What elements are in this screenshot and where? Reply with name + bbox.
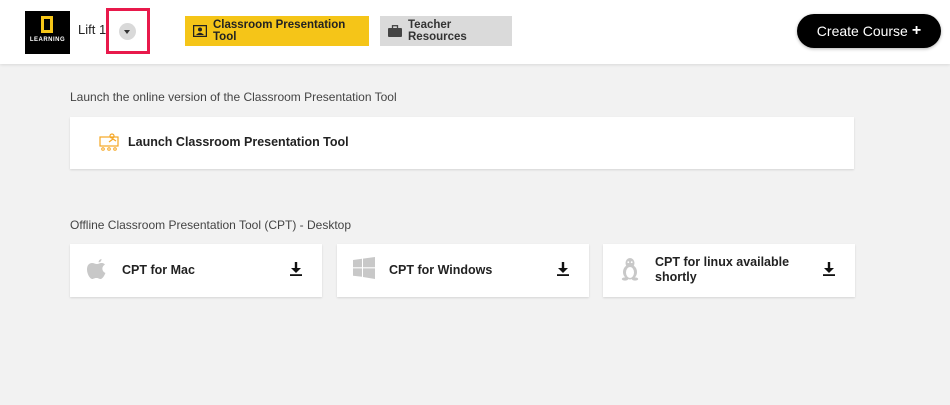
download-mac-label: CPT for Mac bbox=[122, 263, 195, 277]
download-linux-label-line1: CPT for linux available bbox=[655, 255, 790, 269]
launch-cpt-card[interactable]: Launch Classroom Presentation Tool bbox=[70, 117, 854, 169]
tab-label: Teacher Resources bbox=[408, 19, 467, 43]
logo-text: LEARNING bbox=[29, 37, 66, 43]
tab-classroom-presentation-tool[interactable]: Classroom Presentation Tool bbox=[185, 16, 369, 46]
tab-teacher-resources[interactable]: Teacher Resources bbox=[380, 16, 512, 46]
presentation-icon bbox=[193, 25, 207, 37]
download-icon[interactable] bbox=[290, 262, 302, 281]
download-linux-label: CPT for linux available shortly bbox=[655, 255, 789, 285]
download-linux-card[interactable]: CPT for linux available shortly bbox=[603, 244, 855, 297]
plus-icon: + bbox=[911, 22, 922, 39]
course-dropdown-button[interactable] bbox=[106, 8, 150, 54]
download-mac-card[interactable]: CPT for Mac bbox=[70, 244, 322, 297]
learning-logo[interactable]: LEARNING bbox=[25, 11, 70, 54]
create-course-button[interactable]: Create Course + bbox=[797, 14, 941, 48]
offline-section-heading: Offline Classroom Presentation Tool (CPT… bbox=[70, 218, 351, 232]
top-header: LEARNING Lift 1 Classroom Presentation T… bbox=[0, 0, 950, 64]
download-icon[interactable] bbox=[823, 262, 835, 281]
windows-icon bbox=[353, 257, 375, 284]
download-windows-card[interactable]: CPT for Windows bbox=[337, 244, 589, 297]
tab-label: Classroom Presentation Tool bbox=[213, 19, 346, 43]
download-icon[interactable] bbox=[557, 262, 569, 281]
create-course-label: Create Course bbox=[816, 23, 908, 39]
course-name: Lift 1 bbox=[78, 22, 107, 37]
launch-cpt-label: Launch Classroom Presentation Tool bbox=[128, 135, 349, 149]
briefcase-icon bbox=[388, 25, 402, 37]
logo-frame-icon bbox=[41, 16, 53, 33]
apple-icon bbox=[86, 257, 108, 286]
online-section-heading: Launch the online version of the Classro… bbox=[70, 90, 397, 104]
chevron-down-icon bbox=[119, 23, 136, 40]
download-linux-label-line2: shortly bbox=[655, 270, 697, 284]
linux-icon bbox=[619, 257, 641, 286]
presentation-board-icon bbox=[99, 133, 119, 156]
download-windows-label: CPT for Windows bbox=[389, 263, 493, 277]
